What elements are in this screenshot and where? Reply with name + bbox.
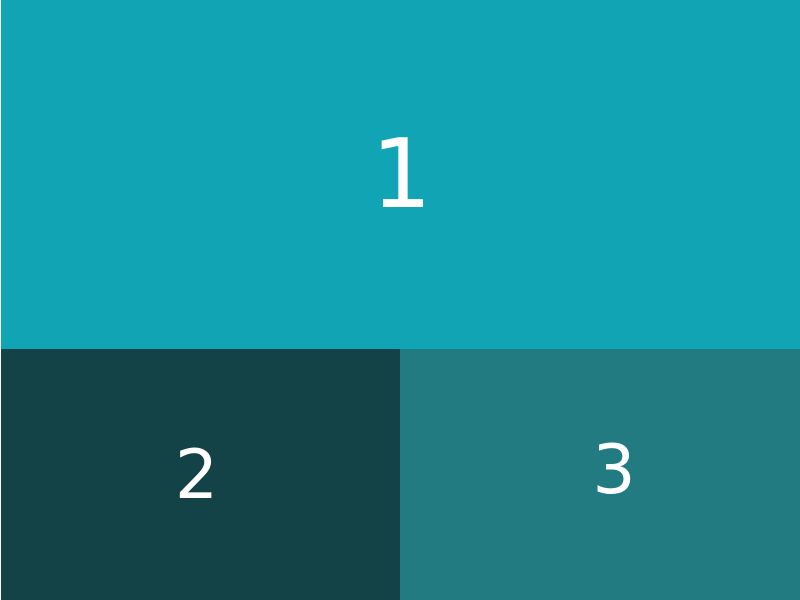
tile-layout: 1 2 3	[0, 0, 800, 600]
panel-3-label: 3	[592, 430, 636, 510]
panel-1[interactable]: 1	[1, 0, 800, 349]
panel-2[interactable]: 2	[1, 349, 400, 600]
panel-1-label: 1	[371, 120, 432, 230]
panel-3[interactable]: 3	[400, 349, 800, 600]
panel-2-label: 2	[174, 435, 219, 515]
